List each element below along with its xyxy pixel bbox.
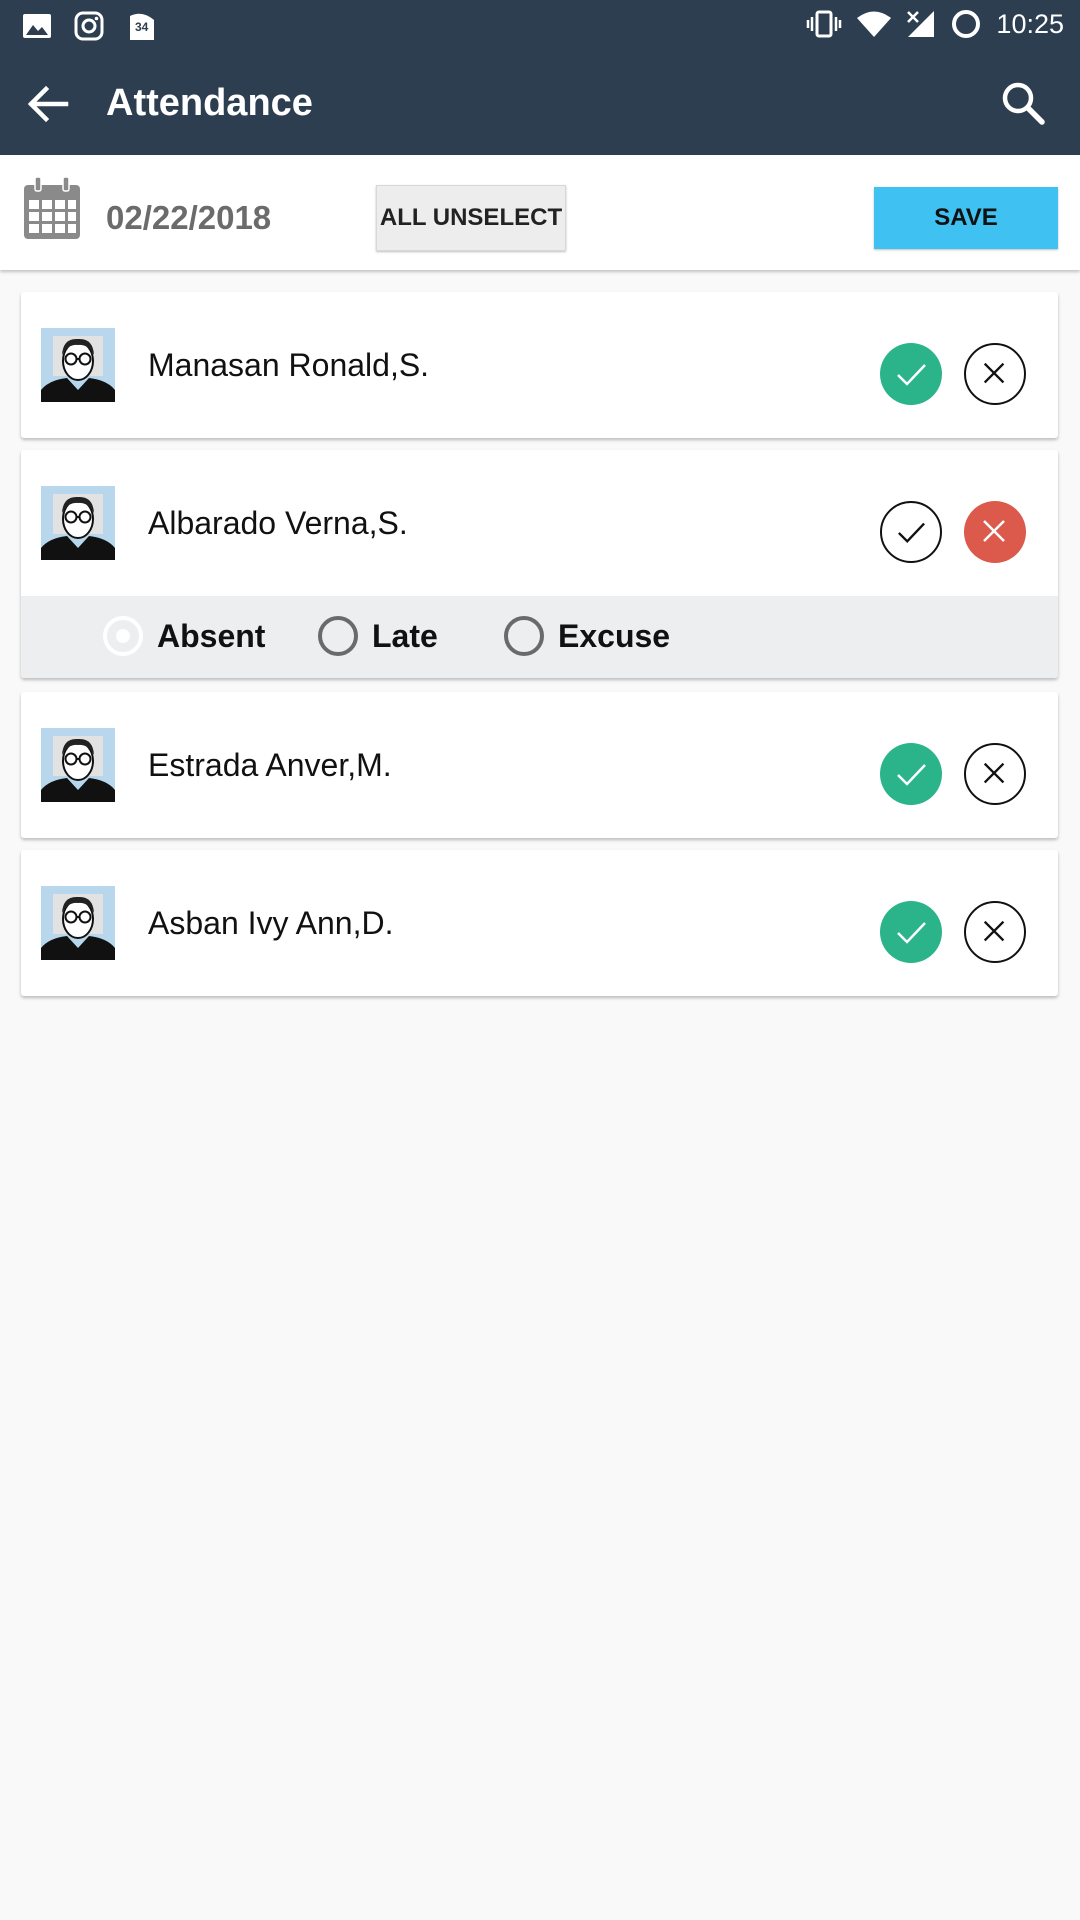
notification-badge-count: 34 [135,20,149,34]
attendance-date[interactable]: 02/22/2018 [106,199,271,237]
search-icon[interactable] [1000,80,1046,126]
reason-option-absent[interactable]: Absent [103,616,265,656]
student-row: Albarado Verna,S. [21,450,1058,596]
status-bar: 34 10:25 [0,0,1080,52]
clock: 10:25 [996,8,1064,39]
student-name: Manasan Ronald,S. [148,347,430,383]
battery-ring-icon [952,10,981,38]
save-button[interactable]: SAVE [874,187,1058,249]
student-card: Asban Ivy Ann,D. [21,850,1058,996]
mark-present-button[interactable] [880,743,942,805]
student-row: Asban Ivy Ann,D. [21,850,1058,996]
reason-label: Absent [157,617,266,654]
reason-option-late[interactable]: Late [318,616,438,656]
reason-label: Late [372,617,438,654]
reason-option-excuse[interactable]: Excuse [504,616,670,656]
x-icon [983,362,1005,384]
app-bar: Attendance [0,52,1080,155]
absence-reason-group: Absent Late Excuse [21,596,1058,678]
x-icon [983,920,1005,942]
x-icon [983,520,1005,542]
student-row: Estrada Anver,M. [21,692,1058,838]
radio-selected-icon [103,616,143,656]
calendar-icon[interactable] [22,175,82,241]
page-title: Attendance [106,82,313,124]
check-icon [897,764,926,786]
check-icon [897,364,926,386]
gallery-notification-icon [23,14,51,38]
student-avatar [41,886,115,960]
cell-signal-icon [907,11,935,37]
student-card: Manasan Ronald,S. [21,292,1058,438]
radio-unselected-icon [318,616,358,656]
mark-absent-button[interactable] [964,901,1026,963]
mark-present-button[interactable] [880,343,942,405]
student-card: Estrada Anver,M. [21,692,1058,838]
mark-present-button[interactable] [880,901,942,963]
student-name: Asban Ivy Ann,D. [148,905,394,941]
student-name: Estrada Anver,M. [148,747,392,783]
student-row: Manasan Ronald,S. [21,292,1058,438]
instagram-notification-icon [74,11,104,41]
wifi-icon [857,11,892,37]
mark-present-button[interactable] [880,501,942,563]
attendance-toolbar: 02/22/2018 ALL UNSELECT SAVE [0,155,1080,270]
vibrate-icon [807,10,842,38]
all-unselect-button[interactable]: ALL UNSELECT [376,185,566,251]
check-icon [898,522,925,544]
radio-unselected-icon [504,616,544,656]
student-avatar [41,486,115,560]
app-badge-icon: 34 [126,10,158,42]
x-icon [983,762,1005,784]
student-name: Albarado Verna,S. [148,505,408,541]
student-avatar [41,728,115,802]
student-card: Albarado Verna,S. Absent Late Excuse [21,450,1058,678]
mark-absent-button[interactable] [964,743,1026,805]
back-arrow-icon[interactable] [26,82,70,126]
mark-absent-button[interactable] [964,501,1026,563]
reason-label: Excuse [558,617,671,654]
student-avatar [41,328,115,402]
check-icon [897,922,926,944]
mark-absent-button[interactable] [964,343,1026,405]
